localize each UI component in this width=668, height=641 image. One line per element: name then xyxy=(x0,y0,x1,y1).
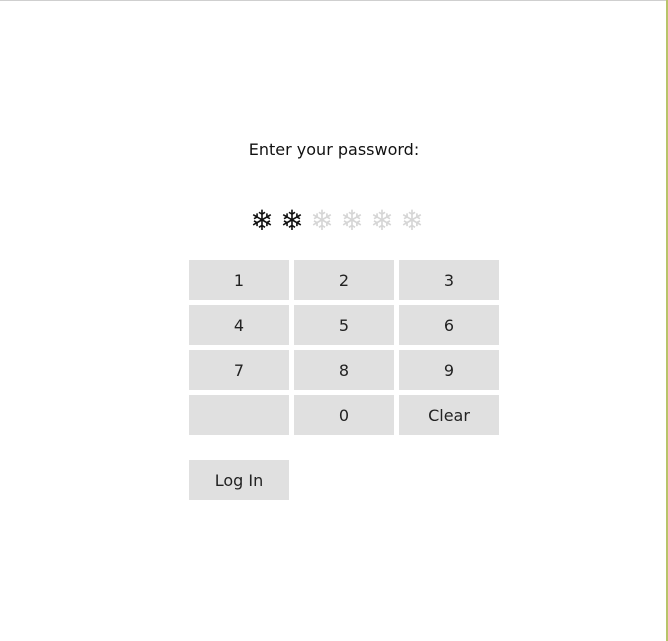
snowflake-icon: ❄ xyxy=(400,204,424,237)
pin-indicator: ❄ ❄ ❄ ❄ ❄ ❄ xyxy=(249,205,429,237)
window-top-border xyxy=(0,0,668,1)
snowflake-icon: ❄ xyxy=(310,204,334,237)
snowflake-icon: ❄ xyxy=(250,204,274,237)
key-8[interactable]: 8 xyxy=(294,350,394,390)
key-3[interactable]: 3 xyxy=(399,260,499,300)
keypad: 1 2 3 4 5 6 7 8 9 0 Clear xyxy=(189,260,499,435)
clear-button[interactable]: Clear xyxy=(399,395,499,435)
password-prompt: Enter your password: xyxy=(248,140,420,159)
key-5[interactable]: 5 xyxy=(294,305,394,345)
snowflake-icon: ❄ xyxy=(280,204,304,237)
key-4[interactable]: 4 xyxy=(189,305,289,345)
snowflake-icon: ❄ xyxy=(340,204,364,237)
login-button[interactable]: Log In xyxy=(189,460,289,500)
key-1[interactable]: 1 xyxy=(189,260,289,300)
key-2[interactable]: 2 xyxy=(294,260,394,300)
key-6[interactable]: 6 xyxy=(399,305,499,345)
key-0[interactable]: 0 xyxy=(294,395,394,435)
key-blank[interactable] xyxy=(189,395,289,435)
snowflake-icon: ❄ xyxy=(370,204,394,237)
key-9[interactable]: 9 xyxy=(399,350,499,390)
key-7[interactable]: 7 xyxy=(189,350,289,390)
